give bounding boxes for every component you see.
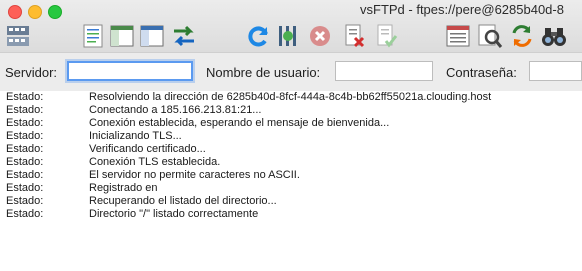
host-input[interactable]: [67, 61, 193, 81]
binoculars-icon[interactable]: [540, 22, 568, 50]
password-label: Contraseña:: [446, 65, 517, 80]
username-label: Nombre de usuario:: [206, 65, 321, 80]
title-bar: vsFTPd - ftpes://pere@6285b40d-8: [0, 0, 582, 52]
log-message: Inicializando TLS...: [89, 130, 182, 142]
minimize-window-button[interactable]: [28, 5, 42, 19]
transfer-queue-icon[interactable]: [170, 22, 198, 50]
log-message: El servidor no permite caracteres no ASC…: [89, 169, 300, 181]
remote-tree-icon[interactable]: [138, 22, 166, 50]
log-status-label: Estado:: [6, 130, 44, 142]
log-status-label: Estado:: [6, 104, 44, 116]
host-label: Servidor:: [5, 65, 58, 80]
process-queue-icon[interactable]: [274, 22, 302, 50]
log-message: Recuperando el listado del directorio...: [89, 195, 277, 207]
sync-browsing-icon[interactable]: [508, 22, 536, 50]
username-input[interactable]: [335, 61, 433, 81]
log-status-label: Estado:: [6, 143, 44, 155]
log-status-label: Estado:: [6, 156, 44, 168]
local-tree-icon[interactable]: [108, 22, 136, 50]
zoom-window-button[interactable]: [48, 5, 62, 19]
directory-listing-filter-icon[interactable]: [444, 22, 472, 50]
window-title: vsFTPd - ftpes://pere@6285b40d-8: [360, 2, 564, 17]
password-input[interactable]: [529, 61, 582, 81]
refresh-icon[interactable]: [244, 22, 272, 50]
log-message: Conexión TLS establecida.: [89, 156, 221, 168]
log-message: Verificando certificado...: [89, 143, 206, 155]
log-message: Conectando a 185.166.213.81:21...: [89, 104, 262, 116]
close-window-button[interactable]: [8, 5, 22, 19]
quickconnect-bar: Servidor: Nombre de usuario: Contraseña:: [0, 52, 582, 92]
message-log[interactable]: Estado: Resolviendo la dirección de 6285b…: [0, 91, 582, 271]
search-icon[interactable]: [476, 22, 504, 50]
log-message: Resolviendo la dirección de 6285b40d-8fc…: [89, 91, 492, 103]
message-log-icon[interactable]: [79, 22, 107, 50]
log-status-label: Estado:: [6, 182, 44, 194]
log-status-label: Estado:: [6, 195, 44, 207]
reconnect-icon[interactable]: [372, 22, 400, 50]
log-status-label: Estado:: [6, 208, 44, 220]
log-status-label: Estado:: [6, 91, 44, 103]
disconnect-icon[interactable]: [340, 22, 368, 50]
cancel-icon[interactable]: [306, 22, 334, 50]
log-message: Directorio "/" listado correctamente: [89, 208, 259, 220]
log-message: Conexión establecida, esperando el mensa…: [89, 117, 390, 129]
log-message: Registrado en: [89, 182, 158, 194]
log-status-label: Estado:: [6, 169, 44, 181]
log-status-label: Estado:: [6, 117, 44, 129]
site-manager-icon[interactable]: [4, 22, 32, 50]
